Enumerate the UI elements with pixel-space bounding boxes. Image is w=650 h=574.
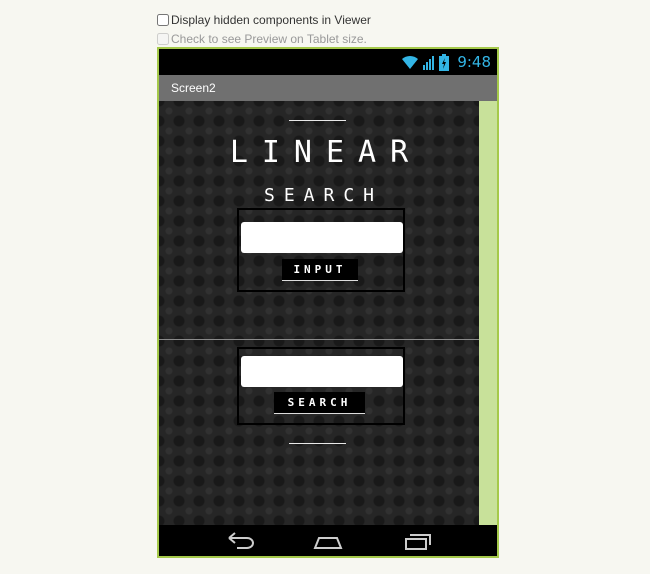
status-bar: 9:48 <box>159 49 497 75</box>
heading-linear: LINEAR <box>229 135 423 170</box>
top-divider-line <box>289 120 346 121</box>
search-field[interactable] <box>241 356 403 387</box>
hidden-components-option: Display hidden components in Viewer <box>157 10 371 29</box>
wifi-icon <box>402 55 419 69</box>
bottom-divider-line <box>289 443 346 444</box>
app-screen: LINEAR SEARCH INPUT SEARCH <box>159 101 479 525</box>
phone-preview: 9:48 Screen2 LINEAR SEARCH INPUT SEARCH <box>157 47 499 558</box>
viewer-options: Display hidden components in Viewer Chec… <box>157 10 371 48</box>
back-icon[interactable] <box>225 530 255 552</box>
signal-icon <box>423 56 435 70</box>
section-divider <box>159 339 479 340</box>
status-clock: 9:48 <box>457 53 491 71</box>
screen-title: Screen2 <box>171 81 216 95</box>
hidden-components-label: Display hidden components in Viewer <box>171 12 371 27</box>
battery-icon <box>439 53 450 71</box>
screen-scroll-strip <box>479 101 497 525</box>
tablet-preview-label: Check to see Preview on Tablet size. <box>171 31 367 46</box>
tablet-preview-checkbox[interactable] <box>157 32 169 45</box>
hidden-components-checkbox[interactable] <box>157 13 169 26</box>
input-button[interactable]: INPUT <box>282 259 358 281</box>
screen-title-bar: Screen2 <box>159 75 497 101</box>
search-button[interactable]: SEARCH <box>274 392 365 414</box>
input-field[interactable] <box>241 222 403 253</box>
navigation-bar <box>159 525 497 556</box>
heading-search: SEARCH <box>263 185 384 206</box>
home-icon[interactable] <box>313 530 343 552</box>
status-icons: 9:48 <box>401 53 491 71</box>
recent-apps-icon[interactable] <box>403 530 433 552</box>
tablet-preview-option: Check to see Preview on Tablet size. <box>157 29 371 48</box>
